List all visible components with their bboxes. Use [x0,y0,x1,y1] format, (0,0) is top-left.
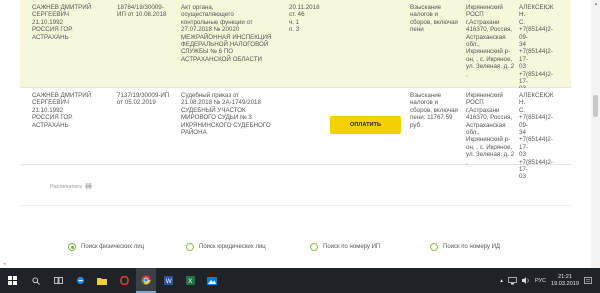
radio-search-legal-entities[interactable]: Поиск юридических лиц [186,243,266,251]
department-cell: Икрянинский РОСП г.Астрахани 416370, Рос… [466,92,515,166]
vertical-scrollbar[interactable] [591,0,600,268]
task-view-button[interactable] [48,268,68,293]
svg-text:W: W [165,278,171,285]
opera-icon [119,276,129,285]
clock-date: 19.03.2019 [551,280,579,287]
radio-label: Поиск физических лиц [81,244,145,250]
clock-time: 21:21 [558,273,572,280]
radio-circle-icon [68,243,76,251]
start-button[interactable] [0,268,24,293]
taskbar-app-photos[interactable] [202,268,222,293]
system-tray: ▴ РУС 21:21 19.03.2019 [500,268,600,293]
scrollbar-thumb[interactable] [593,95,598,117]
radio-label: Поиск юридических лиц [199,244,266,250]
taskbar-app-edge[interactable] [70,268,90,293]
subject-cell: Взыскание налогов и сборов, включая пени [410,4,458,34]
radio-label: Поиск по номеру ИД [443,244,500,250]
volume-icon[interactable] [521,277,530,284]
print-link[interactable]: Распечатать [50,182,92,191]
notifications-icon[interactable] [584,276,592,285]
language-indicator[interactable]: РУС [535,278,546,284]
network-icon[interactable] [508,276,517,285]
department-cell: Икрянинский РОСП г.Астрахани 416370, Рос… [466,4,515,78]
bailiff-cell: АЛЕКСЕЮК Н. С. +7(85144)2-09- 34 +7(8514… [519,92,554,181]
pay-button[interactable]: оплатить [330,116,401,134]
excel-icon: X [185,276,195,285]
end-reason-cell: 20.11.2018 ст. 46 ч. 1 п. 3 [289,4,320,34]
radio-search-id-number[interactable]: Поиск по номеру ИД [430,243,500,251]
debtor-cell: САЖНЕВ ДМИТРИЙ СЕРГЕЕВИЧ 21.10.1992 РОСС… [32,4,92,41]
table-row: САЖНЕВ ДМИТРИЙ СЕРГЕЕВИЧ 21.10.1992 РОСС… [20,88,571,180]
document-cell: Судебный приказ от 21.08.2018 № 2А-1749/… [181,92,271,137]
bailiff-cell: АЛЕКСЕЮК Н. С. +7(85144)2-09- 34 +7(8514… [519,4,554,92]
search-icon [32,276,40,285]
divider [20,205,571,206]
folder-icon [97,277,107,285]
radio-search-individuals[interactable]: Поиск физических лиц [68,243,144,251]
edge-icon [76,276,84,285]
subject-cell: Взыскание налогов и сборов, включая пени… [410,92,458,129]
ip-number-cell: 18784/18/30009- ИП от 10.08.2018 [117,4,167,19]
document-cell: Акт органа, осуществляющего контрольные … [181,4,272,63]
word-icon: W [163,276,173,285]
page-content: САЖНЕВ ДМИТРИЙ СЕРГЕЕВИЧ 21.10.1992 РОСС… [0,0,600,268]
photos-icon [207,276,217,285]
debtor-cell: САЖНЕВ ДМИТРИЙ СЕРГЕЕВИЧ 21.10.1992 РОСС… [32,92,92,129]
ip-number-cell: 7137/19/30009-ИП от 05.02.2019 [117,92,170,107]
taskbar-app-word[interactable]: W [158,268,178,293]
windows-taskbar: W X ▴ РУС 21:21 19.03.2019 [0,268,600,293]
printer-icon [85,182,92,191]
chevron-up-icon[interactable]: ▴ [500,278,503,284]
taskbar-app-chrome[interactable] [136,268,156,293]
task-view-icon [53,277,63,284]
search-mode-selector: Поиск физических лиц Поиск юридических л… [60,243,580,259]
taskbar-app-excel[interactable]: X [180,268,200,293]
table-row: САЖНЕВ ДМИТРИЙ СЕРГЕЕВИЧ 21.10.1992 РОСС… [20,0,571,92]
radio-search-ip-number[interactable]: Поиск по номеру ИП [310,243,380,251]
radio-circle-icon [186,243,194,251]
windows-logo-icon [7,276,17,285]
clock[interactable]: 21:21 19.03.2019 [551,274,579,288]
scroll-up-arrow-icon[interactable]: ▴ [592,0,600,8]
search-taskbar-button[interactable] [26,268,46,293]
chrome-icon [141,275,151,285]
taskbar-app-opera[interactable] [114,268,134,293]
taskbar-app-explorer[interactable] [92,268,112,293]
print-label: Распечатать [50,184,83,190]
radio-label: Поиск по номеру ИП [323,244,381,250]
radio-circle-icon [310,243,318,251]
radio-circle-icon [430,243,438,251]
horizontal-scroll-left-arrow-icon[interactable]: ◂ [3,261,6,267]
